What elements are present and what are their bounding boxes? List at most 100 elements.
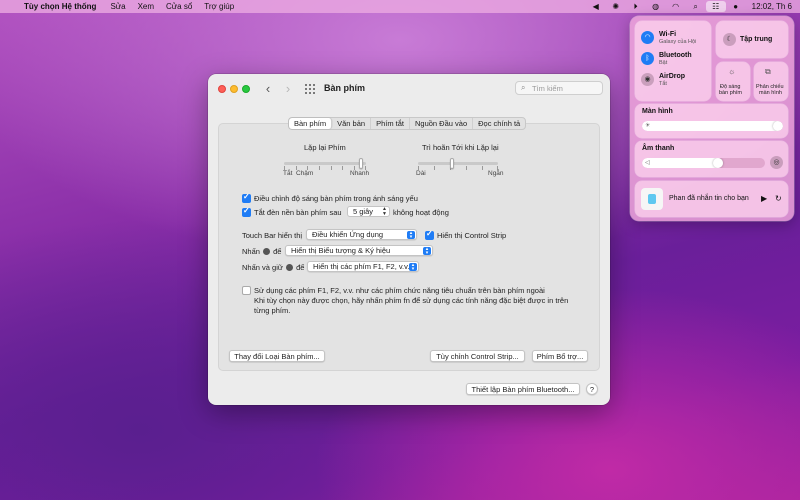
globe-icon bbox=[285, 264, 293, 271]
hold-fn-popup[interactable]: Hiển thị các phím F1, F2, v.v. ▴ ▾ bbox=[307, 261, 419, 272]
screen-mirroring-title-2: màn hình bbox=[759, 90, 782, 96]
window-title: Bàn phím bbox=[324, 83, 366, 93]
sound-title: Âm thanh bbox=[642, 145, 675, 152]
search-field[interactable]: ⌕ Tìm kiếm bbox=[515, 81, 603, 95]
menu-help[interactable]: Trợ giúp bbox=[204, 2, 234, 11]
press-fn-popup[interactable]: Hiển thị Biểu tượng & Ký hiệu ▴ ▾ bbox=[285, 245, 433, 256]
popup-arrows-icon: ▴ ▾ bbox=[409, 263, 417, 272]
wifi-icon[interactable]: ◠ bbox=[666, 2, 686, 11]
menu-clock[interactable]: 12:02, Th 6 bbox=[752, 2, 792, 11]
key-repeat-off-label: Tắt bbox=[283, 170, 293, 177]
stepper-arrows-icon[interactable]: ▲ ▼ bbox=[382, 207, 387, 217]
minimize-window-button[interactable] bbox=[230, 85, 238, 93]
control-center-icon[interactable]: ☷ bbox=[705, 1, 726, 12]
display-module: Màn hình ☀ bbox=[635, 104, 788, 138]
press-fn-label: Nhấn để bbox=[242, 247, 282, 256]
volume-slider[interactable]: ◁ bbox=[642, 158, 765, 168]
wifi-icon[interactable]: ◠ bbox=[641, 31, 654, 44]
delay-track[interactable] bbox=[418, 162, 498, 165]
adjust-brightness-label: Điều chỉnh độ sáng bàn phím trong ánh sá… bbox=[254, 194, 418, 203]
hold-fn-value: Hiển thị các phím F1, F2, v.v. bbox=[313, 262, 410, 271]
delay-long-label: Dài bbox=[416, 170, 426, 177]
play-icon[interactable]: ▶ bbox=[761, 194, 767, 203]
backlight-off-checkbox[interactable] bbox=[242, 206, 251, 217]
airdrop-subtitle: Tắt bbox=[659, 81, 667, 87]
focus-module[interactable]: ☾ Tập trung bbox=[716, 21, 788, 58]
keyboard-brightness-title-2: bàn phím bbox=[719, 90, 742, 96]
backlight-off-prefix: Tắt đèn nền bàn phím sau bbox=[254, 208, 342, 217]
menu-view[interactable]: Xem bbox=[138, 2, 154, 11]
wifi-title[interactable]: Wi-Fi bbox=[659, 31, 676, 38]
now-playing-module: Phan đã nhắn tin cho bạn ▶ ↻ bbox=[635, 181, 788, 217]
help-button[interactable]: ? bbox=[586, 383, 598, 395]
globe-icon bbox=[263, 248, 271, 255]
airdrop-title[interactable]: AirDrop bbox=[659, 73, 685, 80]
sun-icon: ☀ bbox=[645, 123, 651, 129]
menu-app-name[interactable]: Tùy chọn Hệ thống bbox=[24, 2, 96, 11]
bluetooth-title[interactable]: Bluetooth bbox=[659, 52, 692, 59]
hold-fn-label: Nhấn và giữ để bbox=[242, 263, 305, 272]
audio-icon[interactable]: ◍ bbox=[646, 2, 666, 11]
bluetooth-keyboard-button[interactable]: Thiết lập Bàn phím Bluetooth... bbox=[466, 383, 580, 395]
search-icon: ⌕ bbox=[521, 83, 526, 92]
tab-dictation[interactable]: Đọc chính tả bbox=[473, 118, 525, 129]
airdrop-icon[interactable]: ◉ bbox=[641, 73, 654, 86]
bluetooth-icon[interactable]: ᛒ bbox=[641, 52, 654, 65]
artwork-icon bbox=[648, 194, 656, 204]
speaker-icon: ◁ bbox=[645, 160, 650, 166]
tab-input-sources[interactable]: Nguồn Đầu vào bbox=[410, 118, 474, 129]
popup-arrows-icon: ▴ ▾ bbox=[423, 247, 431, 256]
search-icon[interactable]: ⌕ bbox=[686, 2, 706, 12]
touchbar-value: Điều khiển Ứng dụng bbox=[312, 230, 384, 239]
close-window-button[interactable] bbox=[218, 85, 226, 93]
change-keyboard-type-button[interactable]: Thay đổi Loại Bàn phím... bbox=[229, 350, 325, 362]
key-repeat-track[interactable] bbox=[284, 162, 366, 165]
moon-icon: ☾ bbox=[723, 33, 736, 46]
delay-short-label: Ngắn bbox=[488, 170, 504, 177]
menu-bar: Tùy chọn Hệ thống Sửa Xem Cửa sổ Trợ giú… bbox=[0, 0, 800, 13]
key-repeat-slow-label: Chậm bbox=[296, 170, 314, 177]
keyboard-preferences-window: ‹ › Bàn phím ⌕ Tìm kiếm Bàn phím Văn bản… bbox=[208, 74, 610, 405]
status-area: ◀ ✺ ⏵ ◍ ◠ ⌕ ☷ ● 12:02, Th 6 bbox=[586, 0, 792, 13]
menu-window[interactable]: Cửa sổ bbox=[166, 2, 192, 11]
display-brightness-slider[interactable]: ☀ bbox=[642, 121, 783, 131]
tab-shortcuts[interactable]: Phím tắt bbox=[371, 118, 410, 129]
screen-mirroring-module[interactable]: ⧉ Phản chiếu màn hình bbox=[754, 62, 788, 101]
fn-keys-help-line-1: Khi tùy chọn này được chọn, hãy nhấn phí… bbox=[254, 296, 569, 305]
screen-mirroring-icon: ⧉ bbox=[765, 67, 771, 76]
tab-keyboard[interactable]: Bàn phím bbox=[289, 118, 333, 129]
backlight-off-suffix: không hoạt động bbox=[393, 208, 449, 217]
menu-edit[interactable]: Sửa bbox=[110, 2, 125, 11]
modifier-keys-button[interactable]: Phím Bổ trợ... bbox=[532, 350, 588, 362]
siri-icon[interactable]: ● bbox=[726, 2, 746, 11]
media-back-icon[interactable]: ◀ bbox=[586, 2, 606, 11]
touchbar-popup[interactable]: Điều khiển Ứng dụng ▴ ▾ bbox=[306, 229, 417, 240]
display-title: Màn hình bbox=[642, 108, 673, 115]
show-control-strip-checkbox[interactable] bbox=[425, 229, 434, 240]
wifi-subtitle: Galaxy của Hội bbox=[659, 39, 697, 45]
key-repeat-fast-label: Nhanh bbox=[350, 170, 370, 177]
keyboard-brightness-module[interactable]: ☼ Độ sáng bàn phím bbox=[716, 62, 750, 101]
customize-control-strip-button[interactable]: Tùy chỉnh Control Strip... bbox=[430, 350, 525, 362]
back-chevron-icon[interactable]: ‹ bbox=[261, 81, 275, 96]
fn-keys-checkbox[interactable] bbox=[242, 286, 251, 295]
play-icon[interactable]: ⏵ bbox=[626, 2, 646, 12]
display-brightness-knob[interactable] bbox=[773, 121, 783, 131]
key-repeat-thumb[interactable] bbox=[359, 158, 364, 169]
delay-thumb[interactable] bbox=[450, 158, 455, 169]
press-fn-value: Hiển thị Biểu tượng & Ký hiệu bbox=[291, 246, 391, 255]
now-playing-title: Phan đã nhắn tin cho bạn bbox=[669, 195, 749, 202]
key-repeat-label: Lặp lại Phím bbox=[304, 143, 346, 152]
show-all-grid-icon[interactable] bbox=[305, 84, 315, 94]
brightness-icon[interactable]: ✺ bbox=[606, 2, 626, 11]
network-module: ◠ Wi-Fi Galaxy của Hội ᛒ Bluetooth Bật ◉… bbox=[635, 21, 711, 101]
skip-icon[interactable]: ↻ bbox=[775, 194, 782, 203]
zoom-window-button[interactable] bbox=[242, 85, 250, 93]
title-bar: ‹ › Bàn phím ⌕ Tìm kiếm bbox=[208, 74, 610, 104]
adjust-brightness-checkbox[interactable] bbox=[242, 192, 251, 203]
tab-text[interactable]: Văn bản bbox=[332, 118, 372, 129]
forward-chevron-icon[interactable]: › bbox=[281, 81, 295, 96]
volume-knob[interactable] bbox=[713, 158, 724, 168]
airplay-audio-icon[interactable]: ◎ bbox=[770, 156, 783, 169]
backlight-timeout-stepper[interactable]: 5 giây ▲ ▼ bbox=[347, 206, 390, 217]
